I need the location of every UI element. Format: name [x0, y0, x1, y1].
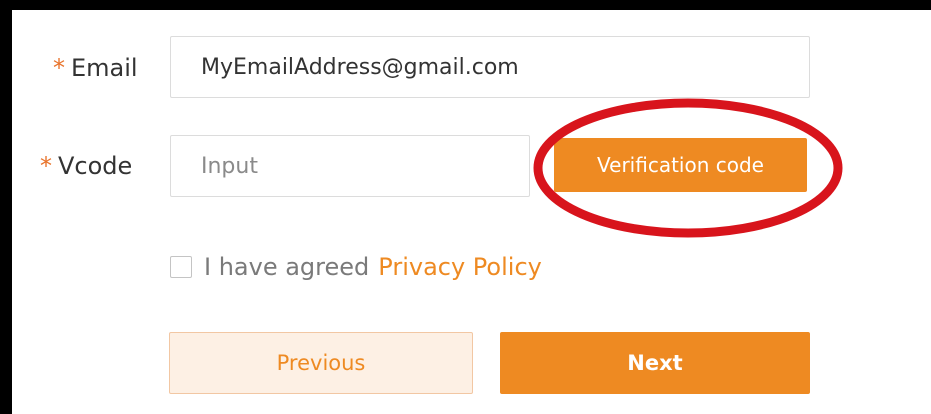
agreement-row: I have agreed Privacy Policy	[170, 250, 542, 284]
next-button[interactable]: Next	[500, 332, 810, 394]
verification-code-button[interactable]: Verification code	[554, 138, 807, 192]
vcode-label-text: Vcode	[58, 152, 133, 180]
email-field-wrapper	[170, 36, 810, 98]
required-marker: *	[40, 152, 52, 180]
email-label: * Email	[53, 54, 138, 82]
form-panel: *Email *Vcode Verification code I have a…	[12, 10, 931, 414]
previous-button[interactable]: Previous	[169, 332, 473, 394]
vcode-label: * Vcode	[40, 152, 132, 180]
agreement-text: I have agreed	[204, 253, 370, 281]
required-marker: *	[53, 54, 65, 82]
agreement-checkbox[interactable]	[170, 256, 192, 278]
vcode-field-wrapper	[170, 135, 530, 197]
email-field[interactable]	[171, 37, 809, 97]
privacy-policy-link[interactable]: Privacy Policy	[378, 253, 542, 281]
vcode-input[interactable]	[171, 136, 529, 196]
email-label-text: Email	[71, 54, 138, 82]
